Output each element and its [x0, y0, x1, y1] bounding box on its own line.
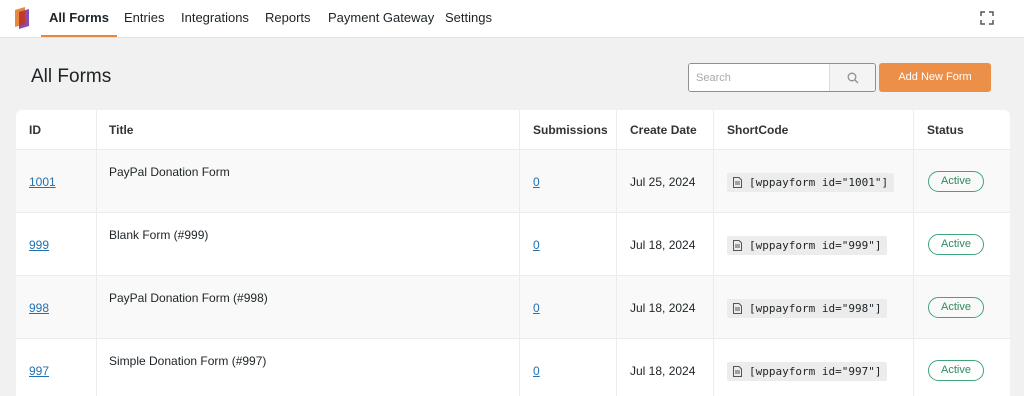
table-header: ID Title Submissions Create Date ShortCo… [16, 110, 1010, 150]
column-header-id[interactable]: ID [29, 110, 41, 150]
document-icon [733, 240, 742, 251]
search-icon [847, 72, 859, 84]
shortcode-text: [wppayform id="998"] [749, 302, 882, 315]
search-input[interactable] [689, 64, 830, 91]
submissions-count-link[interactable]: 0 [533, 301, 540, 315]
status-badge: Active [928, 360, 984, 381]
shortcode-text: [wppayform id="997"] [749, 365, 882, 378]
form-title: Blank Form (#999) [109, 228, 209, 242]
add-new-form-button[interactable]: Add New Form [879, 63, 991, 92]
document-icon [733, 177, 742, 188]
document-icon [733, 303, 742, 314]
column-header-create-date[interactable]: Create Date [630, 110, 697, 150]
column-header-submissions[interactable]: Submissions [533, 110, 608, 150]
wppayform-logo-icon[interactable] [13, 6, 31, 30]
column-header-shortcode: ShortCode [727, 123, 789, 137]
create-date: Jul 18, 2024 [630, 301, 696, 315]
forms-table: ID Title Submissions Create Date ShortCo… [16, 110, 1010, 396]
table-row: 999 Blank Form (#999) 0 Jul 18, 2024 [wp… [16, 213, 1010, 276]
status-badge: Active [928, 297, 984, 318]
form-title: PayPal Donation Form (#998) [109, 291, 268, 305]
column-divider [913, 110, 914, 396]
nav-entries[interactable]: Entries [124, 0, 164, 37]
form-id-link[interactable]: 997 [29, 364, 49, 378]
table-row: 997 Simple Donation Form (#997) 0 Jul 18… [16, 339, 1010, 396]
status-badge: Active [928, 171, 984, 192]
fullscreen-expand-icon[interactable] [980, 11, 994, 25]
table-row: 998 PayPal Donation Form (#998) 0 Jul 18… [16, 276, 1010, 339]
create-date: Jul 18, 2024 [630, 238, 696, 252]
column-divider [713, 110, 714, 396]
create-date: Jul 25, 2024 [630, 175, 696, 189]
search-box [688, 63, 876, 92]
column-divider [519, 110, 520, 396]
top-navigation: All Forms Entries Integrations Reports P… [0, 0, 1024, 38]
submissions-count-link[interactable]: 0 [533, 364, 540, 378]
shortcode-copy[interactable]: [wppayform id="999"] [727, 236, 888, 255]
page-title: All Forms [31, 66, 112, 87]
form-id-link[interactable]: 998 [29, 301, 49, 315]
submissions-count-link[interactable]: 0 [533, 175, 540, 189]
nav-payment-gateway[interactable]: Payment Gateway [328, 0, 434, 37]
nav-settings[interactable]: Settings [445, 0, 492, 37]
shortcode-text: [wppayform id="999"] [749, 239, 882, 252]
status-badge: Active [928, 234, 984, 255]
submissions-count-link[interactable]: 0 [533, 238, 540, 252]
form-id-link[interactable]: 999 [29, 238, 49, 252]
column-divider [616, 110, 617, 396]
nav-reports[interactable]: Reports [265, 0, 311, 37]
column-header-title[interactable]: Title [109, 110, 133, 150]
column-divider [96, 110, 97, 396]
shortcode-text: [wppayform id="1001"] [749, 176, 889, 189]
shortcode-copy[interactable]: [wppayform id="997"] [727, 362, 888, 381]
shortcode-copy[interactable]: [wppayform id="998"] [727, 299, 888, 318]
form-title: Simple Donation Form (#997) [109, 354, 267, 368]
search-button[interactable] [829, 64, 875, 91]
nav-all-forms[interactable]: All Forms [41, 0, 117, 37]
table-row: 1001 PayPal Donation Form 0 Jul 25, 2024… [16, 150, 1010, 213]
create-date: Jul 18, 2024 [630, 364, 696, 378]
form-title: PayPal Donation Form [109, 165, 230, 179]
shortcode-copy[interactable]: [wppayform id="1001"] [727, 173, 895, 192]
nav-integrations[interactable]: Integrations [181, 0, 249, 37]
document-icon [733, 366, 742, 377]
column-header-status: Status [927, 123, 964, 137]
form-id-link[interactable]: 1001 [29, 175, 56, 189]
